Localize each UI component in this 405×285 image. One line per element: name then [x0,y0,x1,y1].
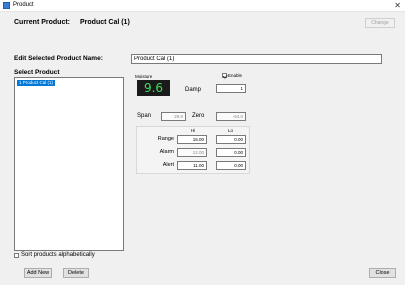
product-name-input[interactable] [131,54,382,64]
alert-lo-input[interactable]: 0.00 [216,161,246,170]
sort-label: Sort products alphabetically [21,252,95,258]
zero-label: Zero [192,113,205,119]
add-new-button[interactable]: Add New [24,268,52,278]
damp-label: Damp [185,87,202,93]
span-input[interactable]: 29.0 [161,112,186,121]
sort-check-icon[interactable] [14,252,19,258]
alarm-lo-input[interactable]: 0.00 [216,148,246,157]
app-icon [3,2,10,9]
product-list[interactable]: 1 Product Cal (1) [14,77,124,251]
current-product-value: Product Cal (1) [80,19,130,26]
close-window-icon[interactable]: ✕ [394,1,401,10]
enable-checkbox[interactable]: Enable [222,73,242,78]
zero-input[interactable]: -64.0 [216,112,246,121]
range-hi-input[interactable]: 15.00 [177,135,207,144]
range-label: Range [157,136,174,142]
calibration-panel: Moisture Enable 9.6 Damp 1 Span 29.0 Zer… [133,73,252,176]
list-item[interactable]: 1 Product Cal (1) [17,80,56,86]
damp-input[interactable]: 1 [216,84,246,93]
alarm-label: Alarm [159,149,174,155]
lo-header: Lo [228,128,234,133]
delete-button[interactable]: Delete [63,268,89,278]
moisture-display: 9.6 [137,80,170,96]
title-bar: Product ✕ [0,0,405,12]
current-product-label: Current Product: [14,19,70,26]
select-product-label: Select Product [14,69,60,76]
window-title: Product [13,2,34,8]
range-lo-input[interactable]: 0.00 [216,135,246,144]
span-label: Span [137,113,152,119]
close-button[interactable]: Close [369,268,396,278]
enable-check-icon[interactable] [222,73,227,78]
edit-product-name-label: Edit Selected Product Name: [14,55,103,62]
sort-alphabetically-checkbox[interactable]: Sort products alphabetically [14,252,95,258]
moisture-label: Moisture [135,74,153,79]
alarm-hi-input[interactable]: 12.00 [177,148,207,157]
dialog-body: Current Product: Product Cal (1) Change … [0,12,405,285]
enable-label: Enable [228,73,243,78]
alert-label: Alert [162,162,174,168]
hi-header: Hi [191,128,196,133]
alert-hi-input[interactable]: 11.00 [177,161,207,170]
change-button[interactable]: Change [365,18,395,28]
